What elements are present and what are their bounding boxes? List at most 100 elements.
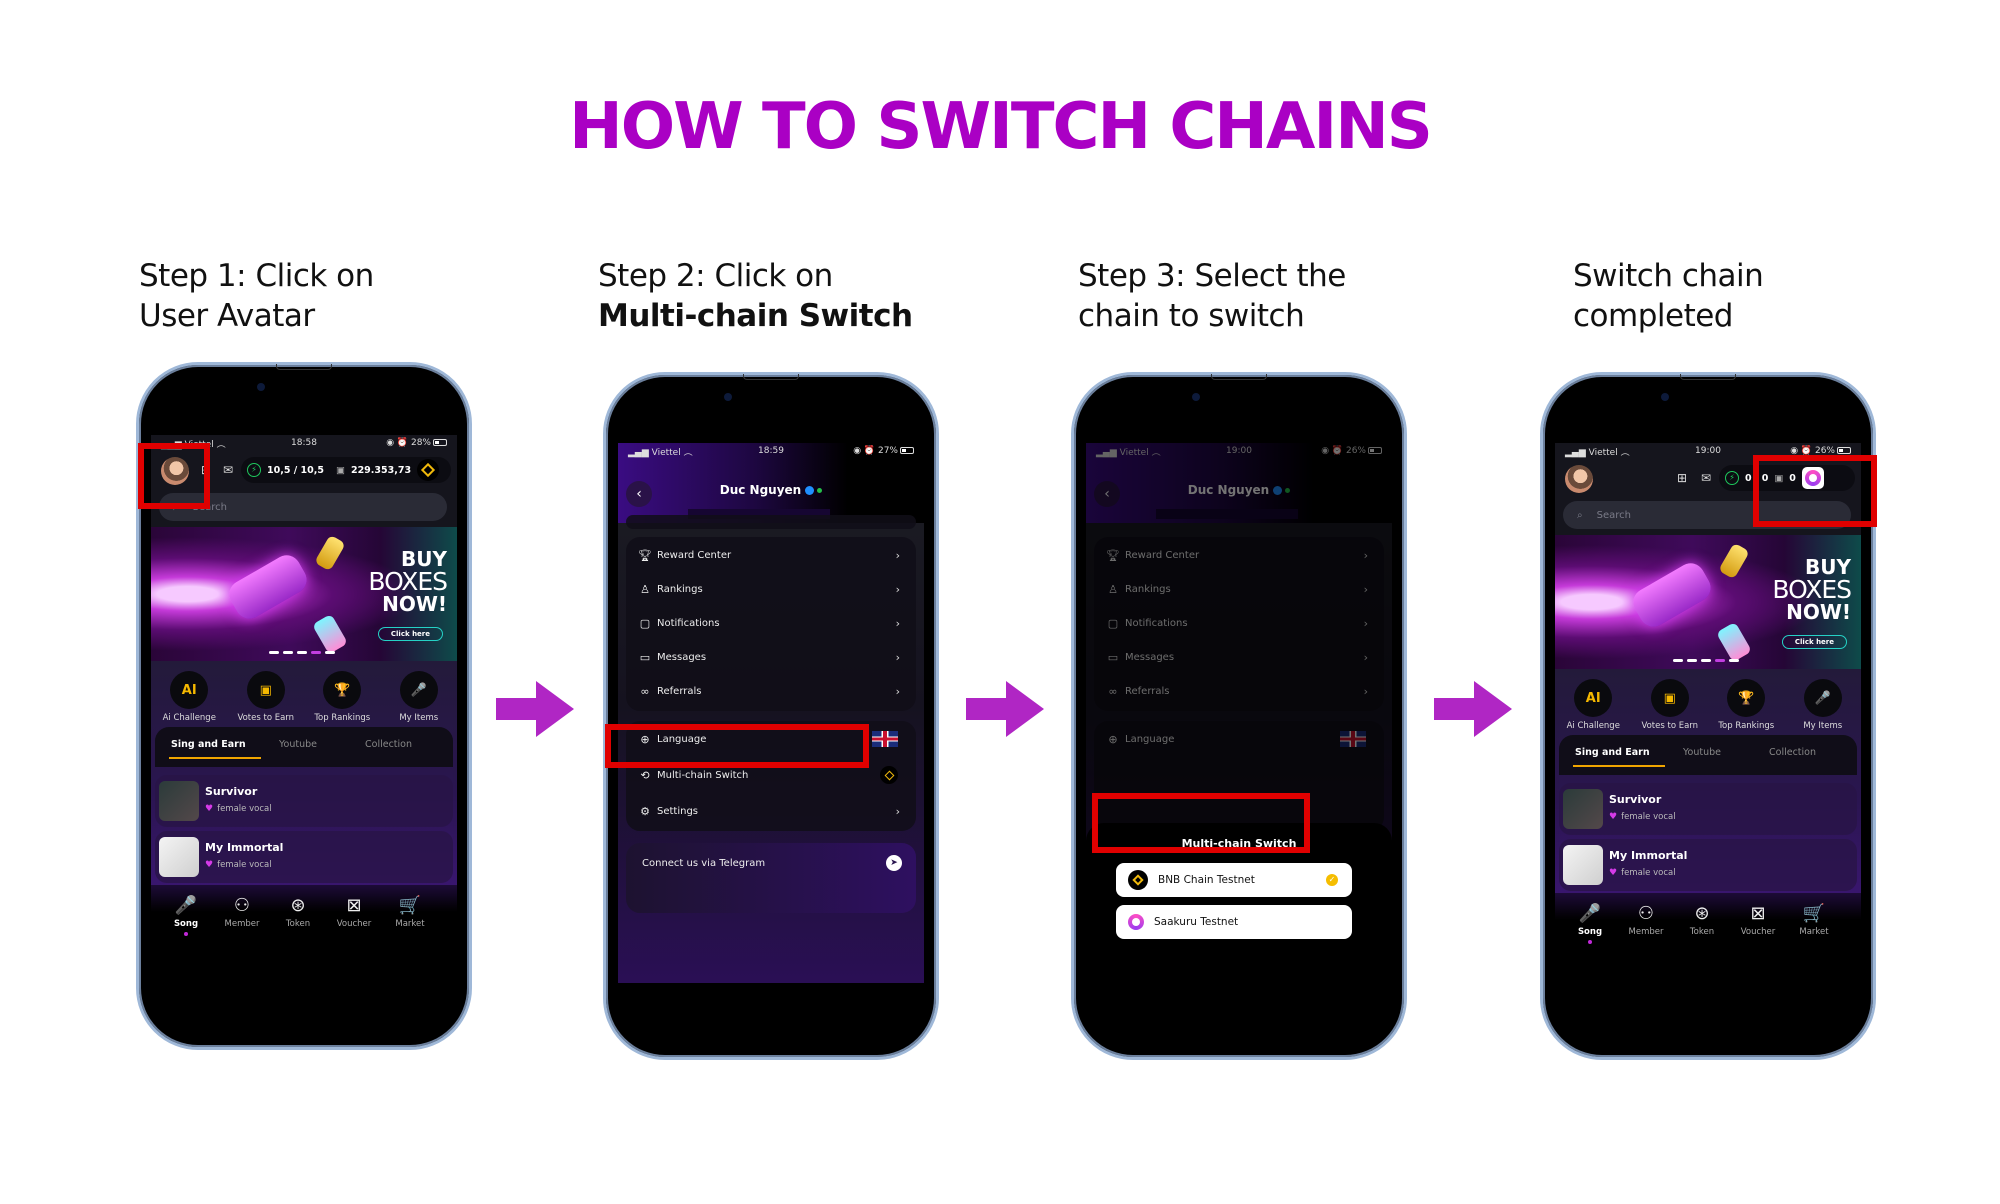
step-3-line1: Step 3: Select the [1078,258,1346,294]
gear-icon: ⚙ [640,804,650,818]
menu-item-reward-center[interactable]: 🏆︎Reward Center› [638,545,904,565]
highlight-box-avatar [138,443,210,509]
box-illustration [314,534,346,572]
page-title: HOW TO SWITCH CHAINS [569,90,1433,164]
nav-token[interactable]: ⊛ Token [273,895,323,929]
bnb-coin-icon [880,766,898,784]
tab-youtube[interactable]: Youtube [1683,747,1721,758]
menu-item-referrals[interactable]: ∞Referrals› [638,681,904,701]
profile-menu-screen: ▂▄▆ Viettel ︵ 18:59 ◉ ⏰ 27% ‹ Duc Nguyen… [618,443,924,983]
buy-boxes-banner[interactable]: BUY BOXES NOW! Click here [1555,535,1861,669]
buy-boxes-banner[interactable]: BUY BOXES NOW! Click here [151,527,457,661]
saakuru-coin-icon [1128,914,1144,930]
step-1-label: Step 1: Click on User Avatar [139,256,374,336]
song-tabs: Sing and Earn Youtube Collection [1559,735,1857,775]
nav-member[interactable]: ⚇ Member [1621,903,1671,937]
menu-item-rankings[interactable]: ♙Rankings› [638,579,904,599]
chevron-right-icon: › [895,804,900,818]
chevron-right-icon: › [895,684,900,698]
step-4-line2: completed [1573,298,1733,334]
highlight-box-chain-badge [1753,455,1877,527]
members-icon: ⚇ [1637,903,1655,924]
song-item[interactable]: My Immortal ♥ female vocal [1559,839,1857,891]
user-avatar[interactable] [1565,465,1593,493]
highlight-box-saakuru [1092,793,1310,853]
song-tag: ♥ female vocal [205,804,272,814]
chain-option-saakuru[interactable]: Saakuru Testnet [1116,905,1352,939]
phone-notch [743,374,799,380]
nav-song[interactable]: 🎤 Song [1565,903,1615,944]
phone-notch [1680,374,1736,380]
step-1-line2: User Avatar [139,298,315,334]
mail-icon[interactable]: ✉ [1699,471,1713,485]
menu-item-notifications[interactable]: ▢Notifications› [638,613,904,633]
banner-click-here-button[interactable]: Click here [1781,635,1847,649]
banner-text: BUY BOXES NOW! [368,547,448,616]
quick-action-rankings[interactable]: 🏆 Top Rankings [305,671,379,723]
quick-action-votes[interactable]: ▣ Votes to Earn [1633,679,1707,731]
tab-youtube[interactable]: Youtube [279,739,317,750]
nav-token[interactable]: ⊛ Token [1677,903,1727,937]
connect-telegram-link[interactable]: Connect us via Telegram ➤ [642,853,908,873]
menu-item-multichain-switch[interactable]: ⟲ Multi-chain Switch [638,765,904,785]
mail-icon[interactable]: ✉ [221,463,235,477]
nav-market[interactable]: 🛒 Market [385,895,435,929]
song-thumbnail [1563,789,1603,829]
quick-action-rankings[interactable]: 🏆 Top Rankings [1709,679,1783,731]
ai-icon: AI [1574,679,1613,717]
tab-collection[interactable]: Collection [1769,747,1816,758]
quick-action-ai-challenge[interactable]: AI Ai Challenge [1556,679,1630,731]
nav-voucher[interactable]: ⊠ Voucher [1733,903,1783,937]
box-illustration [311,613,349,655]
nav-market[interactable]: 🛒 Market [1789,903,1839,937]
token-icon: ⊛ [290,895,306,916]
banner-text: BUY BOXES NOW! [1772,555,1852,624]
quick-action-my-items[interactable]: 🎤 My Items [1786,679,1860,731]
trophy-icon: 🏆 [1727,679,1766,717]
menu-item-settings[interactable]: ⚙ Settings › [638,801,904,821]
search-icon: ⌕ [1577,509,1583,521]
notification-icon: ▢ [639,616,651,630]
carousel-dots [269,651,335,654]
chain-select-screen: ▂▄▆ Viettel ︵ 19:00 ◉ ⏰ 26% ‹ Duc Nguyen… [1086,443,1392,1039]
gift-icon[interactable]: ⊞ [1675,471,1689,485]
karaoke-icon: 🎤 [174,895,198,916]
token-icon: ⊛ [1694,903,1710,924]
chevron-right-icon: › [895,582,900,596]
camera [1192,393,1200,401]
step-2-line2: Multi-chain Switch [598,298,913,334]
quick-action-votes[interactable]: ▣ Votes to Earn [229,671,303,723]
bnb-coin-icon[interactable] [417,459,440,481]
ballot-icon: ▣ [1650,679,1689,717]
song-item[interactable]: Survivor ♥ female vocal [155,775,453,827]
banner-click-here-button[interactable]: Click here [377,627,443,641]
quick-action-ai-challenge[interactable]: AI Ai Challenge [152,671,226,723]
quick-action-my-items[interactable]: 🎤 My Items [382,671,456,723]
nav-song[interactable]: 🎤 Song [161,895,211,936]
nav-voucher[interactable]: ⊠ Voucher [329,895,379,929]
bnb-coin-icon [1128,870,1148,890]
home-screen: ▂▄▆ Viettel ︵ 18:58 ◉ ⏰ 28% ⊞ ✉ ⚡ 10,5 /… [151,435,457,975]
menu-item-messages[interactable]: ▭Messages› [638,647,904,667]
podium-icon: ♙ [640,582,650,596]
chat-icon: ▭ [639,650,651,664]
microphone-icon: 🎤 [1803,679,1842,717]
arrow-right-icon [966,681,1044,737]
song-item[interactable]: Survivor ♥ female vocal [1559,783,1857,835]
chain-option-bnb[interactable]: BNB Chain Testnet ✓ [1116,863,1352,897]
nav-member[interactable]: ⚇ Member [217,895,267,929]
quick-actions: AI Ai Challenge ▣ Votes to Earn 🏆 Top Ranki… [151,671,457,723]
menu-card: 🏆︎Reward Center› ♙Rankings› ▢Notificatio… [626,537,916,711]
tab-collection[interactable]: Collection [365,739,412,750]
song-title: My Immortal [1609,849,1688,862]
song-title: Survivor [1609,793,1662,806]
members-icon: ⚇ [233,895,251,916]
song-item[interactable]: My Immortal ♥ female vocal [155,831,453,883]
wallet-pill[interactable]: ⚡ 10,5 / 10,5 ▣ 229.353,73 [241,457,451,483]
telegram-icon: ➤ [886,855,902,871]
chevron-right-icon: › [895,616,900,630]
camera [724,393,732,401]
verified-badge-icon [805,486,815,495]
tab-sing-and-earn[interactable]: Sing and Earn [1575,747,1650,758]
tab-sing-and-earn[interactable]: Sing and Earn [171,739,246,750]
